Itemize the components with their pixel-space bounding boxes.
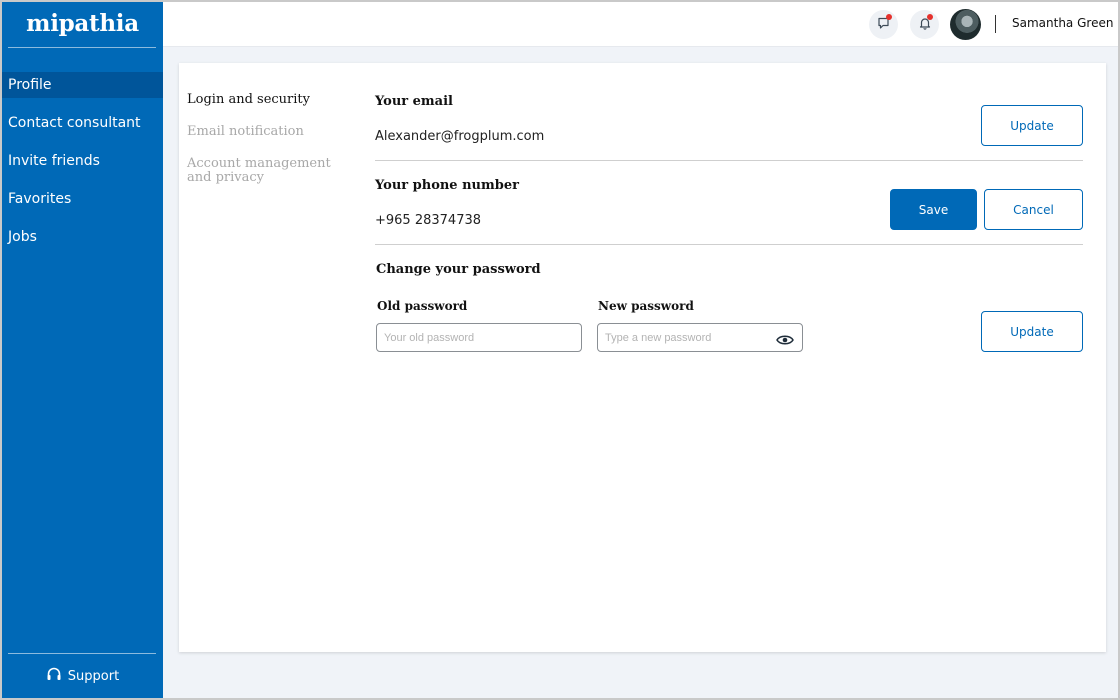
phone-section-title: Your phone number [375, 178, 519, 193]
new-password-input[interactable] [597, 323, 803, 352]
phone-divider [375, 244, 1083, 245]
sidebar-item-jobs[interactable]: Jobs [2, 224, 163, 250]
email-section-title: Your email [375, 94, 453, 109]
user-name[interactable]: Samantha Green [1012, 16, 1113, 30]
password-section-title: Change your password [376, 262, 541, 277]
support-link[interactable]: Support [2, 666, 163, 686]
settings-nav-login-security[interactable]: Login and security [187, 93, 347, 107]
email-divider [375, 160, 1083, 161]
header-separator [995, 15, 996, 33]
phone-value: +965 28374738 [375, 213, 482, 228]
old-password-label: Old password [377, 299, 468, 313]
update-email-button[interactable]: Update [981, 105, 1083, 146]
update-password-button[interactable]: Update [981, 311, 1083, 352]
top-bar: Samantha Green [163, 2, 1118, 47]
sidebar-nav: Profile Contact consultant Invite friend… [2, 72, 163, 262]
notifications-button[interactable] [910, 10, 939, 39]
eye-icon[interactable] [776, 331, 794, 345]
messages-notification-dot [886, 14, 892, 20]
notifications-dot [927, 14, 933, 20]
settings-nav-account-privacy[interactable]: Account management and privacy [187, 157, 347, 185]
new-password-label: New password [598, 299, 694, 313]
cancel-phone-button[interactable]: Cancel [984, 189, 1083, 230]
settings-card: Login and security Email notification Ac… [179, 63, 1106, 652]
headset-icon [46, 666, 62, 686]
app-logo[interactable]: mipathia [2, 2, 163, 48]
support-divider [8, 653, 156, 654]
save-phone-button[interactable]: Save [890, 189, 977, 230]
sidebar-item-contact-consultant[interactable]: Contact consultant [2, 110, 163, 136]
messages-button[interactable] [869, 10, 898, 39]
sidebar: mipathia Profile Contact consultant Invi… [2, 2, 163, 698]
support-label: Support [67, 668, 120, 684]
sidebar-item-profile[interactable]: Profile [2, 72, 163, 98]
settings-nav: Login and security Email notification Ac… [187, 93, 347, 203]
logo-divider [8, 47, 156, 48]
sidebar-item-invite-friends[interactable]: Invite friends [2, 148, 163, 174]
sidebar-item-favorites[interactable]: Favorites [2, 186, 163, 212]
email-value: Alexander@frogplum.com [375, 129, 545, 144]
old-password-input[interactable] [376, 323, 582, 352]
settings-nav-email-notification[interactable]: Email notification [187, 125, 347, 139]
avatar[interactable] [950, 9, 981, 40]
